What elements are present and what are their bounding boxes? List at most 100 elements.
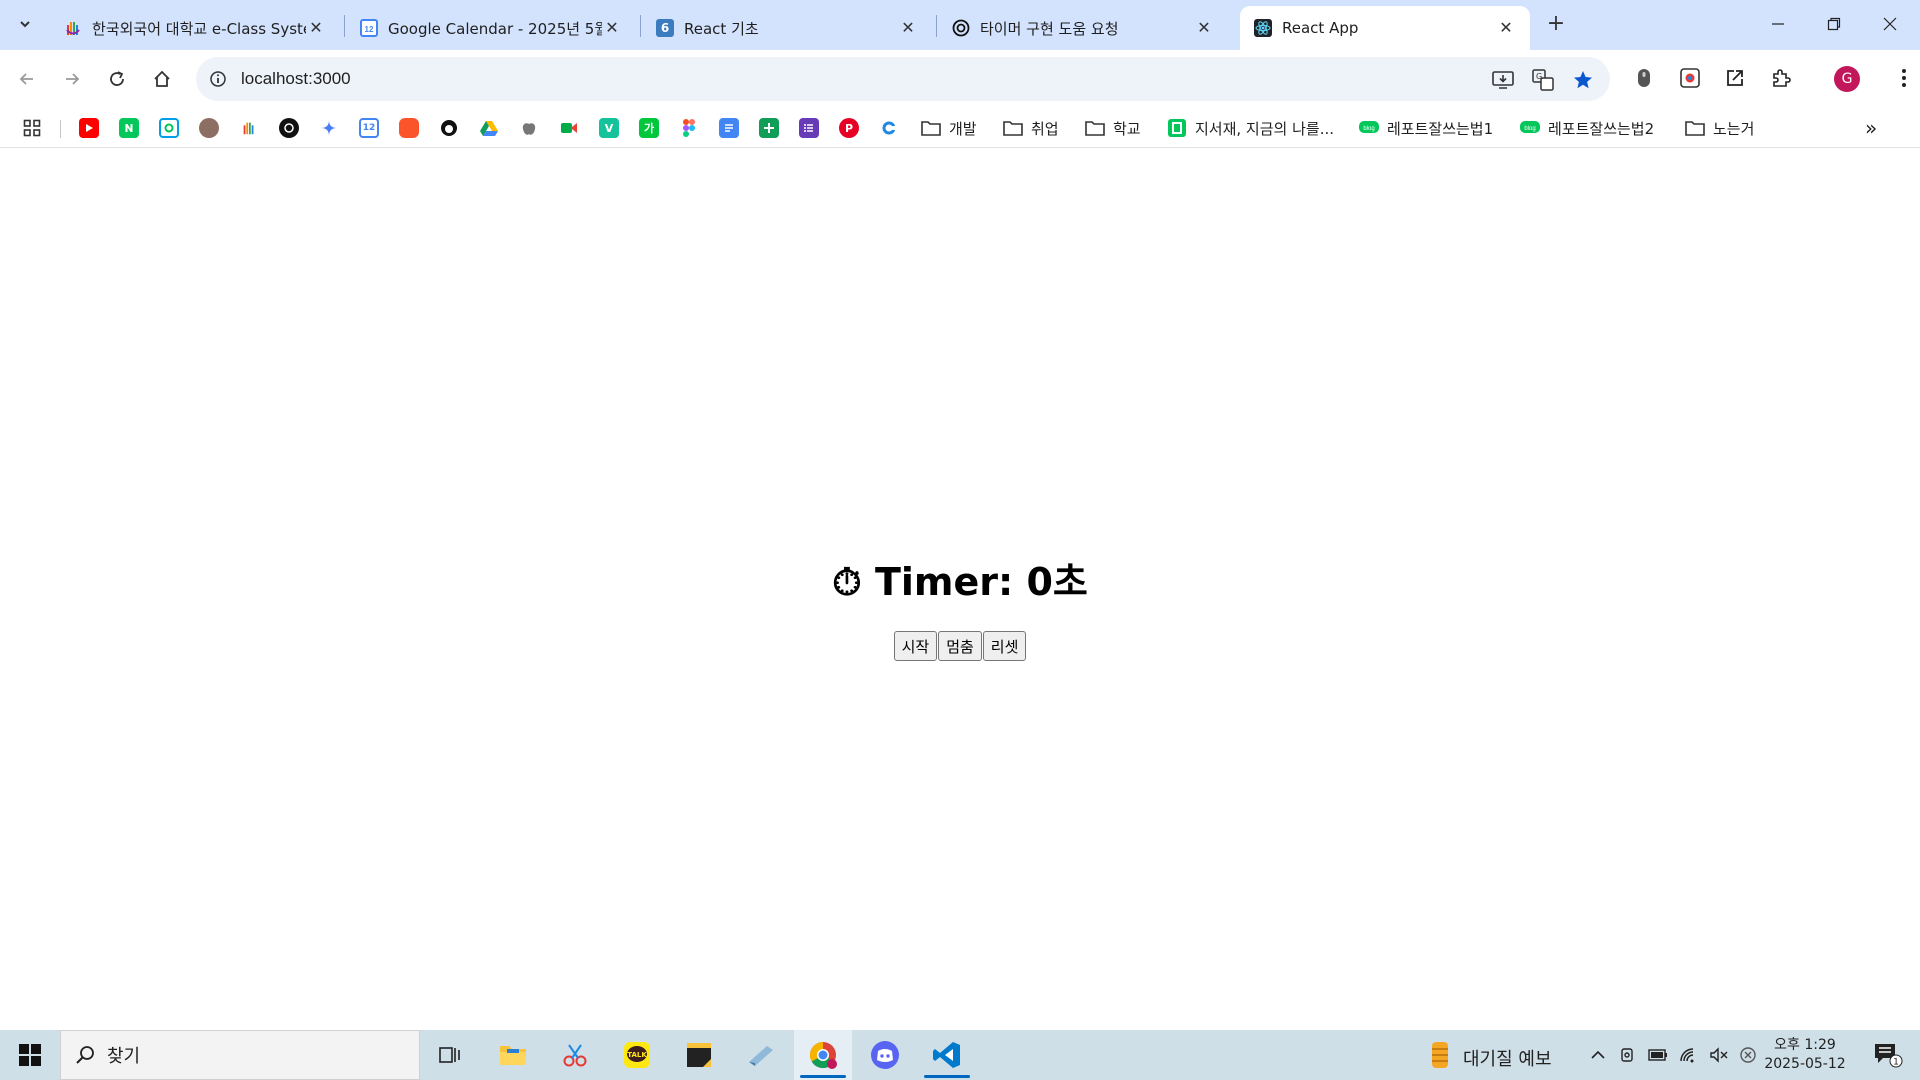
bookmark-star-icon[interactable] bbox=[1570, 67, 1596, 93]
tray-status-icon[interactable] bbox=[1736, 1030, 1760, 1080]
back-button[interactable] bbox=[10, 62, 44, 96]
tab-react-app[interactable]: React App ✕ bbox=[1240, 6, 1530, 50]
new-tab-button[interactable]: + bbox=[1542, 11, 1570, 39]
svg-text:blog: blog bbox=[1524, 126, 1535, 132]
tab-react-basics[interactable]: 6 React 기초 ✕ bbox=[642, 6, 932, 50]
start-button[interactable] bbox=[8, 1035, 52, 1075]
hufs-icon bbox=[64, 19, 82, 37]
apps-grid-icon[interactable] bbox=[22, 118, 42, 138]
restore-button[interactable] bbox=[1806, 0, 1862, 48]
folder-icon bbox=[500, 1046, 526, 1065]
bookmark-folder-fun[interactable]: 노는거 bbox=[1685, 116, 1754, 140]
install-app-icon[interactable] bbox=[1490, 67, 1516, 93]
chatgpt-icon bbox=[952, 19, 970, 37]
tab-timer-help[interactable]: 타이머 구현 도움 요청 ✕ bbox=[938, 6, 1228, 50]
stop-button[interactable]: 멈춤 bbox=[938, 631, 982, 661]
figma-icon[interactable] bbox=[679, 118, 699, 138]
translate-icon[interactable]: G bbox=[1530, 67, 1556, 93]
gemini-icon[interactable] bbox=[319, 118, 339, 138]
extension-capture-icon[interactable] bbox=[1676, 64, 1704, 92]
address-text[interactable]: localhost:3000 bbox=[241, 69, 351, 89]
c-app-icon[interactable] bbox=[879, 118, 899, 138]
home-button[interactable] bbox=[145, 62, 179, 96]
bookmark-jiseojae[interactable]: 지서재, 지금의 나를... bbox=[1167, 116, 1334, 140]
weather-label[interactable]: 대기질 예보 bbox=[1463, 1045, 1552, 1071]
extensions-puzzle-icon[interactable] bbox=[1767, 64, 1795, 92]
naver-dictionary-icon[interactable]: 가 bbox=[639, 118, 659, 138]
close-icon[interactable]: ✕ bbox=[1194, 18, 1214, 38]
close-icon[interactable]: ✕ bbox=[898, 18, 918, 38]
coin-icon[interactable] bbox=[199, 118, 219, 138]
close-icon[interactable]: ✕ bbox=[306, 18, 326, 38]
reload-icon bbox=[110, 71, 124, 86]
bookmarks-overflow-button[interactable]: » bbox=[1865, 116, 1877, 140]
profile-avatar[interactable]: G bbox=[1834, 66, 1860, 92]
brave-icon[interactable] bbox=[399, 118, 419, 138]
taskbar-sticky-notes[interactable] bbox=[670, 1030, 728, 1080]
close-icon[interactable]: ✕ bbox=[1496, 18, 1516, 38]
taskbar-notepad[interactable] bbox=[732, 1030, 790, 1080]
wifi-icon[interactable] bbox=[1676, 1030, 1702, 1080]
tab-search-button[interactable] bbox=[10, 9, 40, 39]
weather-widget[interactable] bbox=[1424, 1030, 1456, 1080]
google-forms-icon[interactable] bbox=[799, 118, 819, 138]
calendar-bookmark-icon[interactable]: 12 bbox=[359, 118, 379, 138]
tray-overflow-button[interactable] bbox=[1586, 1030, 1610, 1080]
taskbar-chrome[interactable] bbox=[794, 1030, 852, 1080]
bookmark-folder-dev[interactable]: 개발 bbox=[921, 116, 977, 140]
tab-strip: 한국외국어 대학교 e-Class System ✕ 12 Google Cal… bbox=[0, 0, 1920, 50]
taskbar-search[interactable]: 찾기 bbox=[60, 1030, 420, 1080]
address-bar[interactable]: localhost:3000 G bbox=[196, 57, 1610, 101]
task-view-button[interactable] bbox=[421, 1030, 479, 1080]
github-icon[interactable] bbox=[439, 118, 459, 138]
site-info-icon[interactable] bbox=[206, 67, 230, 91]
naver-icon[interactable] bbox=[119, 118, 139, 138]
tab-separator bbox=[344, 15, 345, 37]
tab-google-calendar[interactable]: 12 Google Calendar - 2025년 5월 ✕ bbox=[346, 6, 636, 50]
home-icon bbox=[154, 70, 170, 87]
taskbar-clock[interactable]: 오후 1:29 2025-05-12 bbox=[1760, 1036, 1850, 1074]
tray-meeting-icon[interactable] bbox=[1616, 1030, 1640, 1080]
hufs-bookmark-icon[interactable] bbox=[239, 118, 259, 138]
taskbar-vscode[interactable] bbox=[918, 1030, 976, 1080]
apple-icon[interactable] bbox=[519, 118, 539, 138]
v-app-icon[interactable]: V bbox=[599, 118, 619, 138]
minimize-button[interactable] bbox=[1750, 0, 1806, 48]
taskbar-discord[interactable] bbox=[856, 1030, 914, 1080]
bookmarks-bar: 12 V 가 P 개발 취업 학교 지서재, 지금의 나를... blog 레포… bbox=[0, 108, 1920, 148]
start-button[interactable]: 시작 bbox=[893, 631, 938, 661]
google-docs-icon[interactable] bbox=[719, 118, 739, 138]
bookmark-folder-jobs[interactable]: 취업 bbox=[1003, 116, 1059, 140]
edge-c-icon[interactable] bbox=[159, 118, 179, 138]
taskbar-snipping-tool[interactable] bbox=[546, 1030, 604, 1080]
tab-eclass[interactable]: 한국외국어 대학교 e-Class System ✕ bbox=[50, 6, 340, 50]
forward-button[interactable] bbox=[55, 62, 89, 96]
chevron-up-icon bbox=[1591, 1050, 1605, 1059]
bookmark-folder-label: 노는거 bbox=[1713, 119, 1755, 138]
google-meet-icon[interactable] bbox=[559, 118, 579, 138]
taskbar-file-explorer[interactable] bbox=[484, 1030, 542, 1080]
chevron-down-icon bbox=[20, 21, 30, 28]
react-icon bbox=[1254, 19, 1272, 37]
bookmark-folder-label: 개발 bbox=[949, 119, 977, 138]
extension-mouse-icon[interactable] bbox=[1630, 64, 1658, 92]
reload-button[interactable] bbox=[100, 62, 134, 96]
taskbar-kakaotalk[interactable]: TALK bbox=[608, 1030, 666, 1080]
chatgpt-bookmark-icon[interactable] bbox=[279, 118, 299, 138]
pinterest-icon[interactable]: P bbox=[839, 118, 859, 138]
bookmark-label: 레포트잘쓰는법1 bbox=[1387, 119, 1494, 138]
battery-icon[interactable] bbox=[1646, 1030, 1670, 1080]
volume-muted-icon[interactable] bbox=[1706, 1030, 1732, 1080]
bookmark-report-2[interactable]: blog 레포트잘쓰는법2 bbox=[1520, 116, 1654, 140]
bookmark-folder-school[interactable]: 학교 bbox=[1085, 116, 1141, 140]
reset-button[interactable]: 리셋 bbox=[982, 631, 1027, 661]
share-icon[interactable] bbox=[1721, 64, 1749, 92]
google-drive-icon[interactable] bbox=[479, 118, 499, 138]
youtube-icon[interactable] bbox=[79, 118, 99, 138]
bookmark-report-1[interactable]: blog 레포트잘쓰는법1 bbox=[1359, 116, 1493, 140]
more-menu-icon[interactable] bbox=[1890, 64, 1918, 92]
google-sheets-icon[interactable] bbox=[759, 118, 779, 138]
notification-center-button[interactable]: 1 bbox=[1866, 1030, 1910, 1080]
close-window-button[interactable] bbox=[1862, 0, 1918, 48]
close-icon[interactable]: ✕ bbox=[602, 18, 622, 38]
